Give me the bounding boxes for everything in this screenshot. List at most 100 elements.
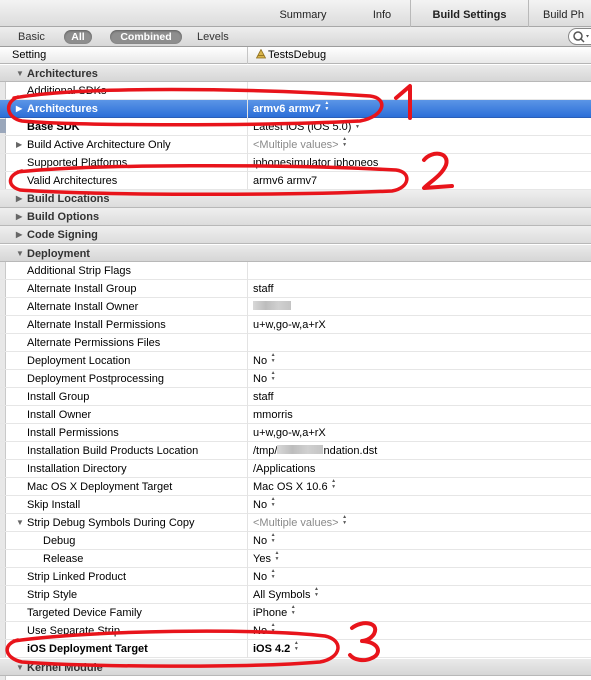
disclosure-closed-icon[interactable]: ▶ bbox=[16, 208, 26, 226]
setting-value[interactable]: <Multiple values> ▲▼ bbox=[253, 136, 348, 154]
popup-stepper-icon[interactable]: ▲▼ bbox=[270, 352, 276, 364]
setting-value[interactable]: armv6 armv7 ▲▼ bbox=[253, 100, 330, 118]
setting-value[interactable]: No ▲▼ bbox=[253, 352, 276, 370]
setting-value[interactable]: No ▲▼ bbox=[253, 532, 276, 550]
disclosure-closed-icon[interactable]: ▶ bbox=[16, 136, 26, 154]
setting-row-additional-sdks[interactable]: Additional SDKs bbox=[0, 82, 591, 100]
tab-build-settings[interactable]: Build Settings bbox=[410, 0, 528, 27]
setting-value[interactable]: All Symbols ▲▼ bbox=[253, 586, 319, 604]
disclosure-open-icon[interactable]: ▼ bbox=[16, 514, 26, 532]
popup-stepper-icon[interactable]: ▲▼ bbox=[270, 532, 276, 544]
setting-value[interactable]: u+w,go-w,a+rX bbox=[253, 316, 326, 334]
setting-row-install-group[interactable]: Install Group staff bbox=[0, 388, 591, 406]
setting-row-alternate-install-permissions[interactable]: Alternate Install Permissions u+w,go-w,a+… bbox=[0, 316, 591, 334]
disclosure-open-icon[interactable]: ▼ bbox=[16, 659, 26, 675]
setting-value[interactable]: Latest iOS (iOS 5.0) ▲▼ bbox=[253, 118, 360, 136]
filter-levels[interactable]: Levels bbox=[197, 30, 229, 44]
popup-stepper-icon[interactable]: ▲▼ bbox=[270, 622, 276, 634]
setting-row-installation-directory[interactable]: Installation Directory/Applications bbox=[0, 460, 591, 478]
setting-row-ios-deployment-target[interactable]: iOS Deployment Target iOS 4.2 ▲▼ bbox=[0, 640, 591, 658]
search-input[interactable] bbox=[568, 28, 591, 45]
setting-row-targeted-device-family[interactable]: Targeted Device Family iPhone ▲▼ bbox=[0, 604, 591, 622]
disclosure-open-icon[interactable]: ▼ bbox=[16, 245, 26, 263]
setting-row-base-sdk[interactable]: Base SDK Latest iOS (iOS 5.0) ▲▼ bbox=[0, 118, 591, 136]
setting-value[interactable]: /tmp/ndation.dst bbox=[253, 442, 377, 460]
section-header-kernel-module[interactable]: ▼ Kernel Module bbox=[0, 658, 591, 676]
popup-stepper-icon[interactable]: ▲▼ bbox=[270, 370, 276, 382]
section-header-deployment[interactable]: ▼ Deployment bbox=[0, 244, 591, 262]
tab-summary[interactable]: Summary bbox=[252, 0, 354, 27]
column-divider-line bbox=[247, 496, 248, 514]
setting-row-supported-platforms[interactable]: Supported Platforms iphonesimulator iphon… bbox=[0, 154, 591, 172]
setting-value[interactable]: No ▲▼ bbox=[253, 370, 276, 388]
popup-stepper-icon[interactable]: ▲▼ bbox=[354, 118, 360, 130]
setting-row-alternate-install-group[interactable]: Alternate Install Group staff bbox=[0, 280, 591, 298]
setting-name: Alternate Install Group bbox=[27, 283, 137, 295]
filter-basic[interactable]: Basic bbox=[18, 30, 45, 44]
setting-row-alternate-install-owner[interactable]: Alternate Install Owner bbox=[0, 298, 591, 316]
setting-row-deployment-postprocessing[interactable]: Deployment Postprocessing No ▲▼ bbox=[0, 370, 591, 388]
section-header-code-signing[interactable]: ▶ Code Signing bbox=[0, 226, 591, 244]
setting-row-release[interactable]: Release Yes ▲▼ bbox=[0, 550, 591, 568]
setting-row-skip-install[interactable]: Skip Install No ▲▼ bbox=[0, 496, 591, 514]
setting-row-valid-architectures[interactable]: Valid Architectures armv6 armv7 bbox=[0, 172, 591, 190]
setting-row-mac-os-x-deployment-target[interactable]: Mac OS X Deployment Target Mac OS X 10.6 ▲… bbox=[0, 478, 591, 496]
setting-row-debug[interactable]: Debug No ▲▼ bbox=[0, 532, 591, 550]
setting-value[interactable]: armv6 armv7 bbox=[253, 172, 317, 190]
section-header-build-options[interactable]: ▶ Build Options bbox=[0, 208, 591, 226]
disclosure-closed-icon[interactable]: ▶ bbox=[16, 190, 26, 208]
filter-all[interactable]: All bbox=[64, 30, 92, 44]
disclosure-open-icon[interactable]: ▼ bbox=[16, 65, 26, 83]
column-divider-line bbox=[247, 478, 248, 496]
popup-stepper-icon[interactable]: ▲▼ bbox=[342, 136, 348, 148]
setting-value[interactable]: staff bbox=[253, 388, 274, 406]
popup-stepper-icon[interactable]: ▲▼ bbox=[324, 100, 330, 112]
tab-build-phases[interactable]: Build Ph bbox=[528, 0, 591, 27]
setting-value[interactable]: iPhone ▲▼ bbox=[253, 604, 296, 622]
popup-stepper-icon[interactable]: ▲▼ bbox=[293, 640, 299, 652]
setting-value[interactable]: staff bbox=[253, 280, 274, 298]
setting-value[interactable]: Yes ▲▼ bbox=[253, 550, 280, 568]
target-column-header[interactable]: TestsDebug bbox=[256, 49, 326, 61]
setting-value[interactable]: No ▲▼ bbox=[253, 622, 276, 639]
popup-stepper-icon[interactable]: ▲▼ bbox=[342, 514, 348, 526]
setting-row-installation-build-products-location[interactable]: Installation Build Products Location/tmp… bbox=[0, 442, 591, 460]
setting-row-strip-linked-product[interactable]: Strip Linked Product No ▲▼ bbox=[0, 568, 591, 586]
popup-stepper-icon[interactable]: ▲▼ bbox=[274, 550, 280, 562]
setting-value[interactable]: No ▲▼ bbox=[253, 496, 276, 514]
setting-row-use-separate-strip[interactable]: Use Separate Strip No ▲▼ bbox=[0, 622, 591, 640]
popup-stepper-icon[interactable]: ▲▼ bbox=[290, 604, 296, 616]
popup-stepper-icon[interactable]: ▲▼ bbox=[331, 478, 337, 490]
setting-value[interactable]: u+w,go-w,a+rX bbox=[253, 424, 326, 442]
setting-row-strip-debug-symbols-during-copy[interactable]: ▼ Strip Debug Symbols During Copy <Multipl… bbox=[0, 514, 591, 532]
filter-combined[interactable]: Combined bbox=[110, 30, 182, 44]
disclosure-closed-icon[interactable]: ▶ bbox=[16, 100, 26, 118]
setting-value[interactable]: iOS 4.2 ▲▼ bbox=[253, 640, 299, 658]
popup-stepper-icon[interactable]: ▲▼ bbox=[270, 496, 276, 508]
setting-value[interactable] bbox=[253, 298, 291, 316]
setting-value[interactable]: /Applications bbox=[253, 460, 315, 478]
setting-value[interactable]: Mac OS X 10.6 ▲▼ bbox=[253, 478, 337, 496]
section-header-build-locations[interactable]: ▶ Build Locations bbox=[0, 190, 591, 208]
setting-value[interactable]: iphonesimulator iphoneos bbox=[253, 154, 378, 172]
setting-row-additional-strip-flags[interactable]: Additional Strip Flags bbox=[0, 262, 591, 280]
setting-row-deployment-location[interactable]: Deployment Location No ▲▼ bbox=[0, 352, 591, 370]
popup-stepper-icon[interactable]: ▲▼ bbox=[313, 586, 319, 598]
setting-row-architectures[interactable]: ▶ Architectures armv6 armv7 ▲▼ bbox=[0, 100, 591, 118]
popup-stepper-icon[interactable]: ▲▼ bbox=[270, 568, 276, 580]
setting-value[interactable]: No ▲▼ bbox=[253, 568, 276, 586]
column-divider[interactable] bbox=[247, 47, 248, 64]
value-text: armv6 armv7 bbox=[253, 175, 318, 187]
setting-value[interactable]: mmorris bbox=[253, 406, 293, 424]
setting-column-header[interactable]: Setting bbox=[12, 49, 46, 61]
tab-info[interactable]: Info bbox=[354, 0, 410, 27]
setting-row-alternate-permissions-files[interactable]: Alternate Permissions Files bbox=[0, 334, 591, 352]
setting-row-install-permissions[interactable]: Install Permissions u+w,go-w,a+rX bbox=[0, 424, 591, 442]
setting-row-strip-style[interactable]: Strip Style All Symbols ▲▼ bbox=[0, 586, 591, 604]
section-header-architectures[interactable]: ▼ Architectures bbox=[0, 64, 591, 82]
setting-row-build-active-architecture-only[interactable]: ▶ Build Active Architecture Only <Multiple… bbox=[0, 136, 591, 154]
setting-value[interactable]: <Multiple values> ▲▼ bbox=[253, 514, 348, 532]
disclosure-closed-icon[interactable]: ▶ bbox=[16, 226, 26, 244]
setting-row-install-owner[interactable]: Install Owner mmorris bbox=[0, 406, 591, 424]
column-divider-line bbox=[247, 82, 248, 99]
